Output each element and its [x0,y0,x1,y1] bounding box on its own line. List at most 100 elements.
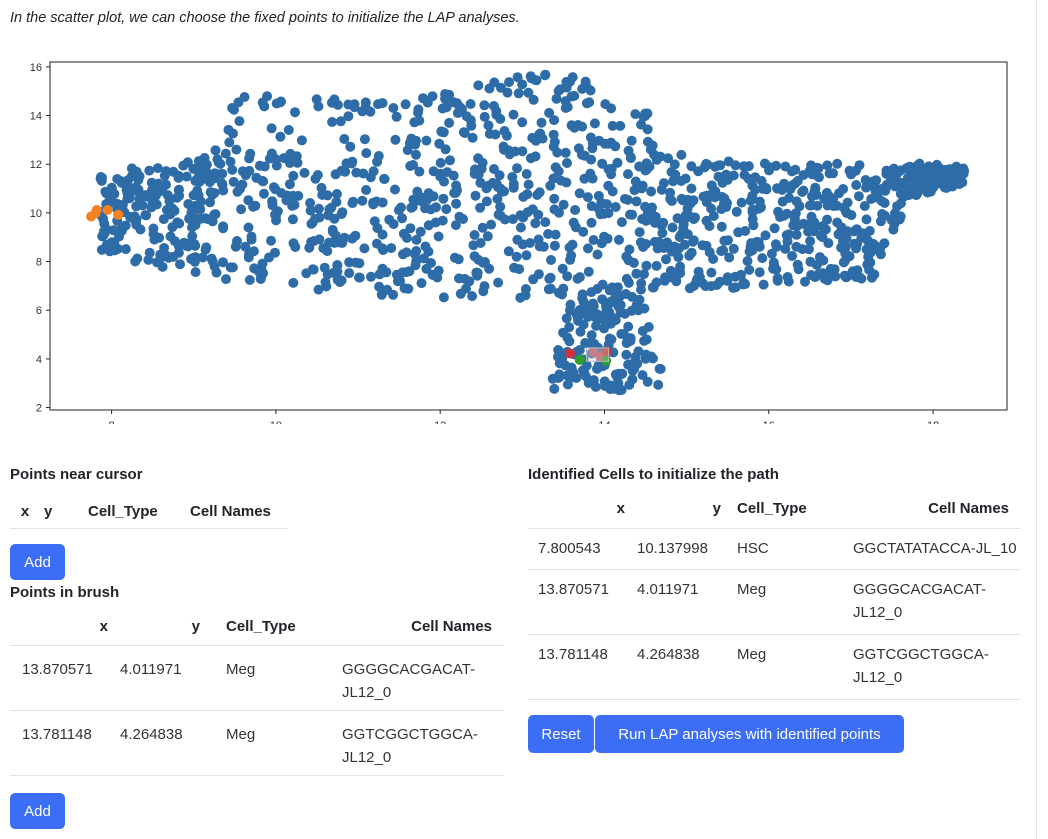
scatter-point [332,266,343,277]
scatter-point [736,197,747,208]
scatter-point [745,195,756,206]
scatter-point [386,243,397,254]
scatter-point [205,187,216,198]
scatter-point [582,192,593,203]
highlighted-point [102,205,113,215]
scatter-point [326,97,337,108]
near-cursor-title: Points near cursor [10,466,143,483]
scatter-point [650,211,661,222]
cell-x: 13.781148 [22,725,92,743]
cell-x: 13.870571 [538,580,609,598]
scatter-point [327,117,338,127]
run-lap-button[interactable]: Run LAP analyses with identified points [595,715,904,753]
x-tick-label: 12 [434,420,446,424]
scatter-point [769,223,780,234]
scatter-point [675,261,686,272]
scatter-point [744,264,755,275]
cell-cell-name: GGGGCACGACAT-JL12_0 [853,580,987,621]
scatter-point [654,363,665,374]
scatter-point [788,220,799,231]
scatter-point [520,290,531,301]
scatter-point [515,210,526,221]
scatter-point [756,202,766,213]
scatter-point [418,253,429,264]
scatter-point [422,194,433,205]
scatter-point [754,267,765,278]
scatter-point [396,202,406,213]
scatter-point [518,191,529,202]
cell-y: 4.264838 [637,645,700,663]
scatter-point [820,224,831,235]
scatter-point [551,93,562,104]
scatter-point [359,134,370,145]
near-cursor-add-button[interactable]: Add [10,544,65,580]
scatter-point [731,206,742,217]
scatter-point [174,184,184,195]
cell-y: 4.011971 [120,660,182,678]
scatter-point [232,236,242,246]
scatter-point [512,234,523,245]
scatter-point [607,315,618,326]
scatter-point [511,251,522,262]
scatter-point [546,255,556,265]
table-row[interactable]: 13.870571 4.011971 Meg GGGGCACGACAT-JL12… [528,569,1021,634]
scatter-point [322,246,333,257]
table-row[interactable]: 13.870571 4.011971 Meg GGGGCACGACAT-JL12… [10,645,504,710]
table-row[interactable]: 7.800543 10.137998 HSC GGCTATATACCA-JL_1… [528,528,1021,569]
scatter-point [583,266,594,277]
scatter-point [758,279,769,290]
scatter-point [841,271,852,282]
brush-add-button[interactable]: Add [10,793,65,829]
scatter-point [377,263,388,274]
scatter-point [101,188,112,199]
scatter-point [684,250,695,261]
scatter-point [701,190,712,201]
col-header-y: y [712,500,721,518]
scatter-point [517,117,528,128]
scatter-point [824,168,835,179]
scatter-point [794,201,805,212]
scatter-point [708,211,719,221]
scatter-point [621,251,632,262]
scatter-point [636,278,647,289]
reset-button[interactable]: Reset [528,715,594,753]
scatter-point [240,170,251,181]
scatter-point [259,161,270,172]
cell-cell-name: GGCTATATACCA-JL_10 [853,539,1017,557]
col-header-cell-names: Cell Names [928,500,1009,518]
scatter-point [646,186,657,197]
scatter-point [266,123,277,134]
scatter-point [533,234,544,245]
table-header-row: x y Cell_Type Cell Names [10,496,288,528]
scatter-point [440,89,451,99]
scatter-point [366,271,376,282]
scatter-point [631,196,642,207]
brush-selection[interactable] [585,347,610,362]
scatter-point [530,151,541,162]
scatter-point [781,230,792,241]
scatter-point [227,103,238,113]
scatter-point [240,241,251,252]
scatter-point [209,172,220,183]
scatter-point [861,214,872,225]
scatter-point [566,250,577,261]
scatter-point [743,161,754,172]
scatter-point [586,217,597,228]
scatter-point [857,228,868,239]
scatter-point [578,226,589,237]
scatter-point [676,149,687,160]
scatter-point [434,138,445,149]
scatter-point [581,371,591,382]
table-row[interactable]: 13.781148 4.264838 Meg GGTCGGCTGGCA-JL12… [528,634,1021,699]
table-row[interactable]: 13.781148 4.264838 Meg GGTCGGCTGGCA-JL12… [10,710,504,775]
scatter-point [390,134,401,145]
scatter-point [625,209,635,220]
scatter-point [390,184,400,195]
col-header-cell-names: Cell Names [411,618,492,636]
scatter-plot[interactable]: 8 10 12 14 16 18 2 4 6 8 10 12 14 16 [0,52,1030,424]
scatter-point [908,169,919,180]
scatter-point [638,242,649,252]
scatter-point [866,194,877,204]
table-header-row: x y Cell_Type Cell Names [528,490,1021,528]
scatter-point [360,102,371,113]
